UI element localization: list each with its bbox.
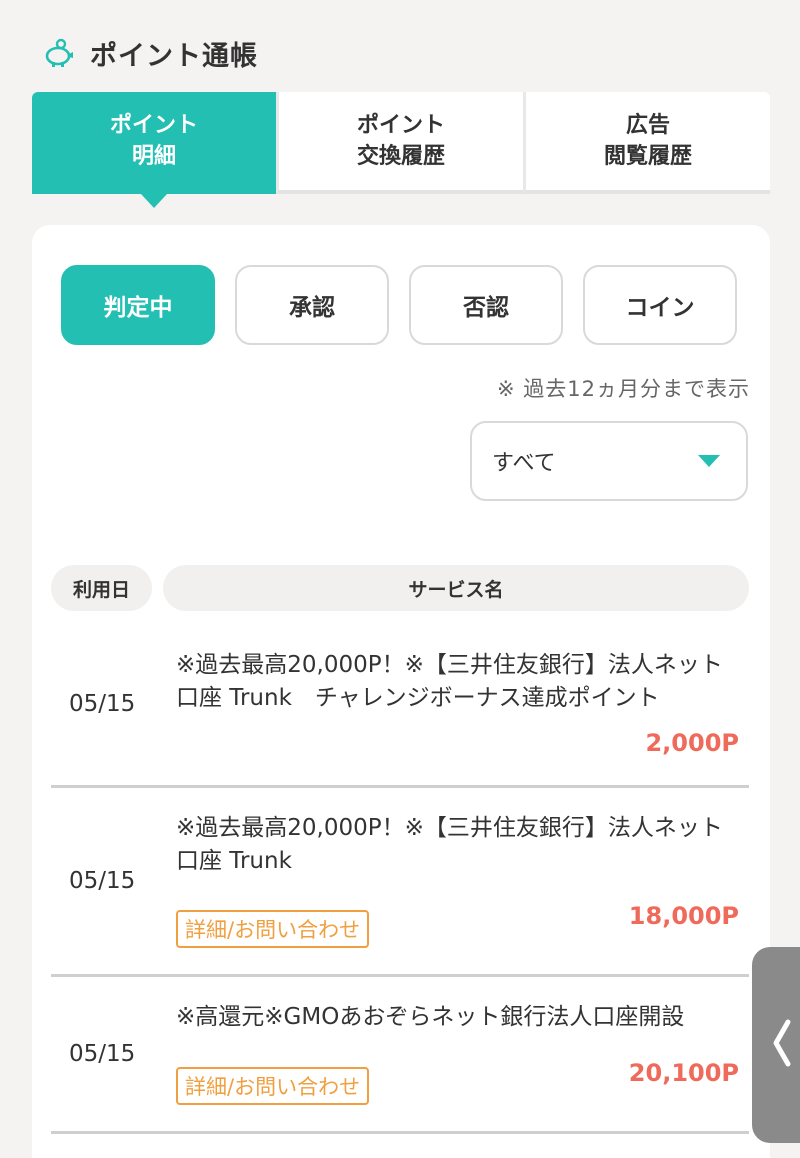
tab-point-exchange-history[interactable]: ポイント 交換履歴 <box>276 92 523 194</box>
tab-active-pointer <box>141 194 167 208</box>
tab-label: 広告 閲覧履歴 <box>603 113 692 169</box>
tab-label: ポイント 交換履歴 <box>356 113 445 169</box>
filter-rejected-button[interactable]: 否認 <box>409 265 563 345</box>
page-header: ポイント通帳 <box>42 30 258 76</box>
tab-label: ポイント 明細 <box>109 113 198 169</box>
detail-inquiry-button[interactable]: 詳細/お問い合わせ <box>176 910 370 948</box>
row-points: 2,000P <box>645 729 739 757</box>
filter-pending-button[interactable]: 判定中 <box>61 265 215 345</box>
filter-approved-button[interactable]: 承認 <box>235 265 389 345</box>
content-card: 判定中 承認 否認 コイン ※ 過去12ヵ月分まで表示 すべて 利用日 サービス… <box>32 225 770 1158</box>
row-date: 05/15 <box>69 691 136 717</box>
period-note: ※ 過去12ヵ月分まで表示 <box>497 377 750 401</box>
row-service-name: ※高還元※GMOあおぞらネット銀行法人口座開設 <box>176 1004 685 1030</box>
dropdown-arrow-icon <box>698 455 720 467</box>
filter-coin-button[interactable]: コイン <box>583 265 737 345</box>
category-select[interactable]: すべて <box>470 421 748 501</box>
history-list: 05/15 ※過去最高20,000P！※【三井住友銀行】法人ネット口座 Trun… <box>51 625 749 1134</box>
column-header-date: 利用日 <box>51 565 152 611</box>
table-row: 05/15 ※過去最高20,000P！※【三井住友銀行】法人ネット口座 Trun… <box>51 788 749 977</box>
piggy-bank-icon <box>42 36 76 70</box>
chevron-left-icon <box>770 1018 794 1072</box>
select-value: すべて <box>492 451 556 476</box>
side-drawer-toggle[interactable] <box>752 947 800 1143</box>
tab-bar: ポイント 明細 ポイント 交換履歴 広告 閲覧履歴 <box>32 92 770 208</box>
tab-point-details[interactable]: ポイント 明細 <box>32 92 276 208</box>
status-filter-group: 判定中 承認 否認 コイン <box>61 265 737 345</box>
detail-inquiry-button[interactable]: 詳細/お問い合わせ <box>176 1067 370 1105</box>
column-header-service: サービス名 <box>163 565 749 611</box>
row-service-name: ※過去最高20,000P！※【三井住友銀行】法人ネット口座 Trunk <box>176 815 723 874</box>
page-title: ポイント通帳 <box>90 40 258 72</box>
table-row: 05/15 ※過去最高20,000P！※【三井住友銀行】法人ネット口座 Trun… <box>51 625 749 788</box>
row-points: 20,100P <box>628 1059 739 1087</box>
row-date: 05/15 <box>69 868 136 894</box>
row-points: 18,000P <box>628 902 739 930</box>
row-date: 05/15 <box>69 1041 136 1067</box>
table-row: 05/15 ※高還元※GMOあおぞらネット銀行法人口座開設 詳細/お問い合わせ … <box>51 977 749 1134</box>
table-header: 利用日 サービス名 <box>51 565 749 611</box>
tab-ad-view-history[interactable]: 広告 閲覧履歴 <box>523 92 770 194</box>
row-service-name: ※過去最高20,000P！※【三井住友銀行】法人ネット口座 Trunk チャレン… <box>176 652 723 711</box>
page: ポイント通帳 ポイント 明細 ポイント 交換履歴 広告 閲覧履歴 判定中 承認 … <box>0 0 800 1158</box>
